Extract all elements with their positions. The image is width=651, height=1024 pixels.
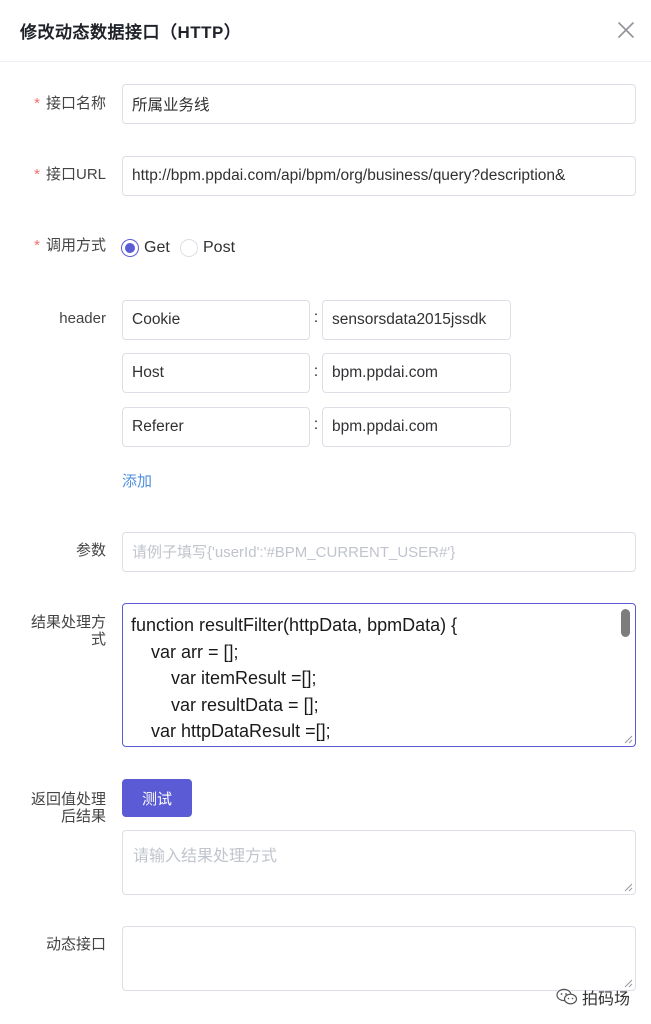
- header-value-input[interactable]: [322, 300, 511, 340]
- radio-get-label: Get: [144, 239, 170, 256]
- header-key-input[interactable]: [122, 300, 310, 340]
- interface-name-label: * 接口名称: [34, 95, 106, 112]
- return-result-label: 返回值处理 后结果: [30, 791, 106, 825]
- header-value-input[interactable]: [322, 407, 511, 447]
- dynamic-interface-label: 动态接口: [45, 936, 106, 953]
- header-separator: :: [313, 363, 319, 380]
- header-separator: :: [313, 309, 319, 326]
- watermark: 拍码场: [556, 985, 630, 1009]
- scrollbar-thumb[interactable]: [621, 609, 630, 637]
- params-input[interactable]: [122, 532, 636, 572]
- header-label: header: [59, 310, 106, 327]
- watermark-text: 拍码场: [582, 991, 631, 1008]
- header-value-input[interactable]: [322, 353, 511, 393]
- call-method-label: * 调用方式: [34, 237, 106, 254]
- dialog-header: 修改动态数据接口（HTTP）: [0, 0, 651, 62]
- wechat-icon: [556, 988, 578, 1005]
- params-label: 参数: [75, 542, 106, 559]
- header-key-input[interactable]: [122, 407, 310, 447]
- code-line: function resultFilter(httpData, bpmData)…: [131, 615, 458, 635]
- add-header-link[interactable]: 添加: [122, 470, 152, 491]
- radio-post[interactable]: Post: [180, 236, 235, 260]
- required-mark: *: [34, 95, 40, 112]
- interface-url-label: * 接口URL: [34, 166, 106, 183]
- code-line: var httpDataResult =[];: [131, 721, 331, 741]
- code-line: var resultData = [];: [131, 694, 319, 715]
- code-line: var itemResult =[];: [131, 668, 317, 688]
- return-result-textarea[interactable]: 请输入结果处理方式: [122, 830, 636, 895]
- resize-grip-icon[interactable]: [623, 882, 633, 892]
- radio-unchecked-icon: [180, 239, 198, 257]
- test-button[interactable]: 测试: [122, 779, 192, 817]
- close-icon[interactable]: [612, 16, 640, 44]
- radio-post-label: Post: [203, 239, 236, 256]
- interface-name-input[interactable]: [122, 84, 636, 124]
- radio-checked-icon: [121, 239, 139, 257]
- header-key-input[interactable]: [122, 353, 310, 393]
- required-mark: *: [34, 237, 40, 254]
- result-handler-label: 结果处理方式: [30, 614, 106, 648]
- resize-grip-icon[interactable]: [623, 734, 633, 744]
- radio-get[interactable]: Get: [121, 236, 170, 260]
- result-handler-code-editor[interactable]: function resultFilter(httpData, bpmData)…: [122, 603, 636, 747]
- dialog-title: 修改动态数据接口（HTTP）: [20, 23, 242, 42]
- header-separator: :: [313, 416, 319, 433]
- code-line: var arr = [];: [131, 641, 239, 662]
- code-content: function resultFilter(httpData, bpmData)…: [131, 612, 457, 745]
- required-mark: *: [34, 166, 40, 183]
- textarea-placeholder: 请输入结果处理方式: [133, 848, 278, 865]
- dynamic-interface-textarea[interactable]: [122, 926, 636, 991]
- interface-url-input[interactable]: [122, 156, 636, 196]
